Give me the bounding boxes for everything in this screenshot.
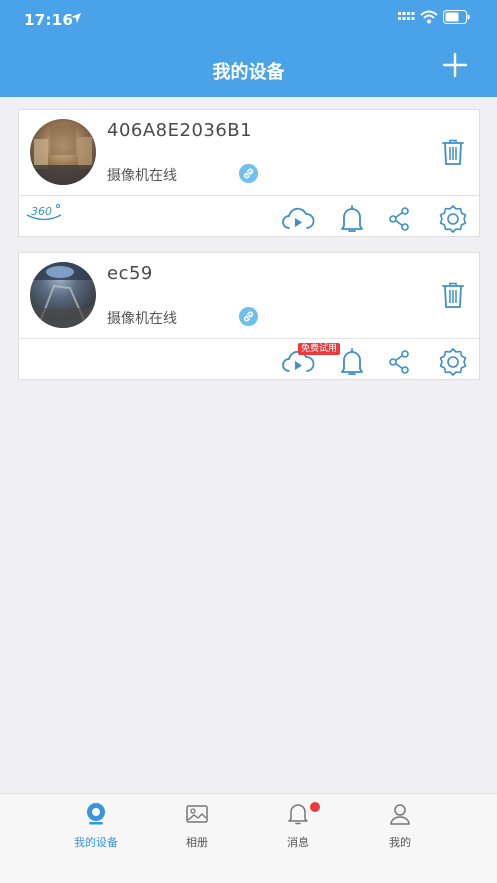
tab-label: 我的 [389,836,411,849]
alarm-bell-icon[interactable] [339,347,365,377]
status-time: 17:16 [24,11,74,29]
page-title: 我的设备 [212,62,285,83]
tab-album[interactable]: 相册 [162,802,232,850]
device-name: 406A8E2036B1 [107,120,253,141]
free-trial-badge: 免费试用 [298,343,341,355]
device-card[interactable]: ec59 摄像机在线 免费试用 [18,252,480,380]
add-device-button[interactable] [440,50,470,80]
trash-icon[interactable] [441,281,465,309]
signal-icon [398,12,415,20]
bottom-tab-bar: 我的设备 相册 消息 我的 [0,793,497,883]
person-icon [390,804,410,825]
battery-icon [443,10,470,24]
360-view-icon[interactable]: 360 [25,202,63,224]
device-status: 摄像机在线 [107,311,177,327]
tab-my-devices[interactable]: 我的设备 [61,802,131,850]
svg-text:360: 360 [31,205,52,218]
camera-snapshot[interactable] [30,119,96,185]
tab-label: 消息 [287,836,309,849]
card-divider [19,195,479,196]
notification-dot [310,802,320,812]
tab-messages[interactable]: 消息 [263,802,333,850]
wifi-icon [420,10,438,24]
alarm-bell-icon[interactable] [339,204,365,234]
photo-icon [186,805,208,823]
trash-icon[interactable] [441,138,465,166]
share-icon[interactable] [387,347,411,377]
device-name: ec59 [107,263,153,284]
camera-icon [87,803,105,825]
card-divider [19,338,479,339]
cloud-playback-icon[interactable] [281,204,315,234]
app-header: 17:16 我的设备 [0,0,497,97]
tab-label: 我的设备 [74,836,118,849]
bell-icon [288,804,308,825]
device-card[interactable]: 406A8E2036B1 摄像机在线 360 [18,109,480,237]
link-icon [239,307,258,326]
device-status: 摄像机在线 [107,168,177,184]
location-arrow-icon [71,13,81,23]
status-bar: 17:16 [0,0,497,40]
share-icon[interactable] [387,204,411,234]
tab-me[interactable]: 我的 [365,802,435,850]
settings-gear-icon[interactable] [438,347,468,377]
settings-gear-icon[interactable] [438,204,468,234]
camera-snapshot[interactable] [30,262,96,328]
link-icon [239,164,258,183]
tab-label: 相册 [186,836,208,849]
